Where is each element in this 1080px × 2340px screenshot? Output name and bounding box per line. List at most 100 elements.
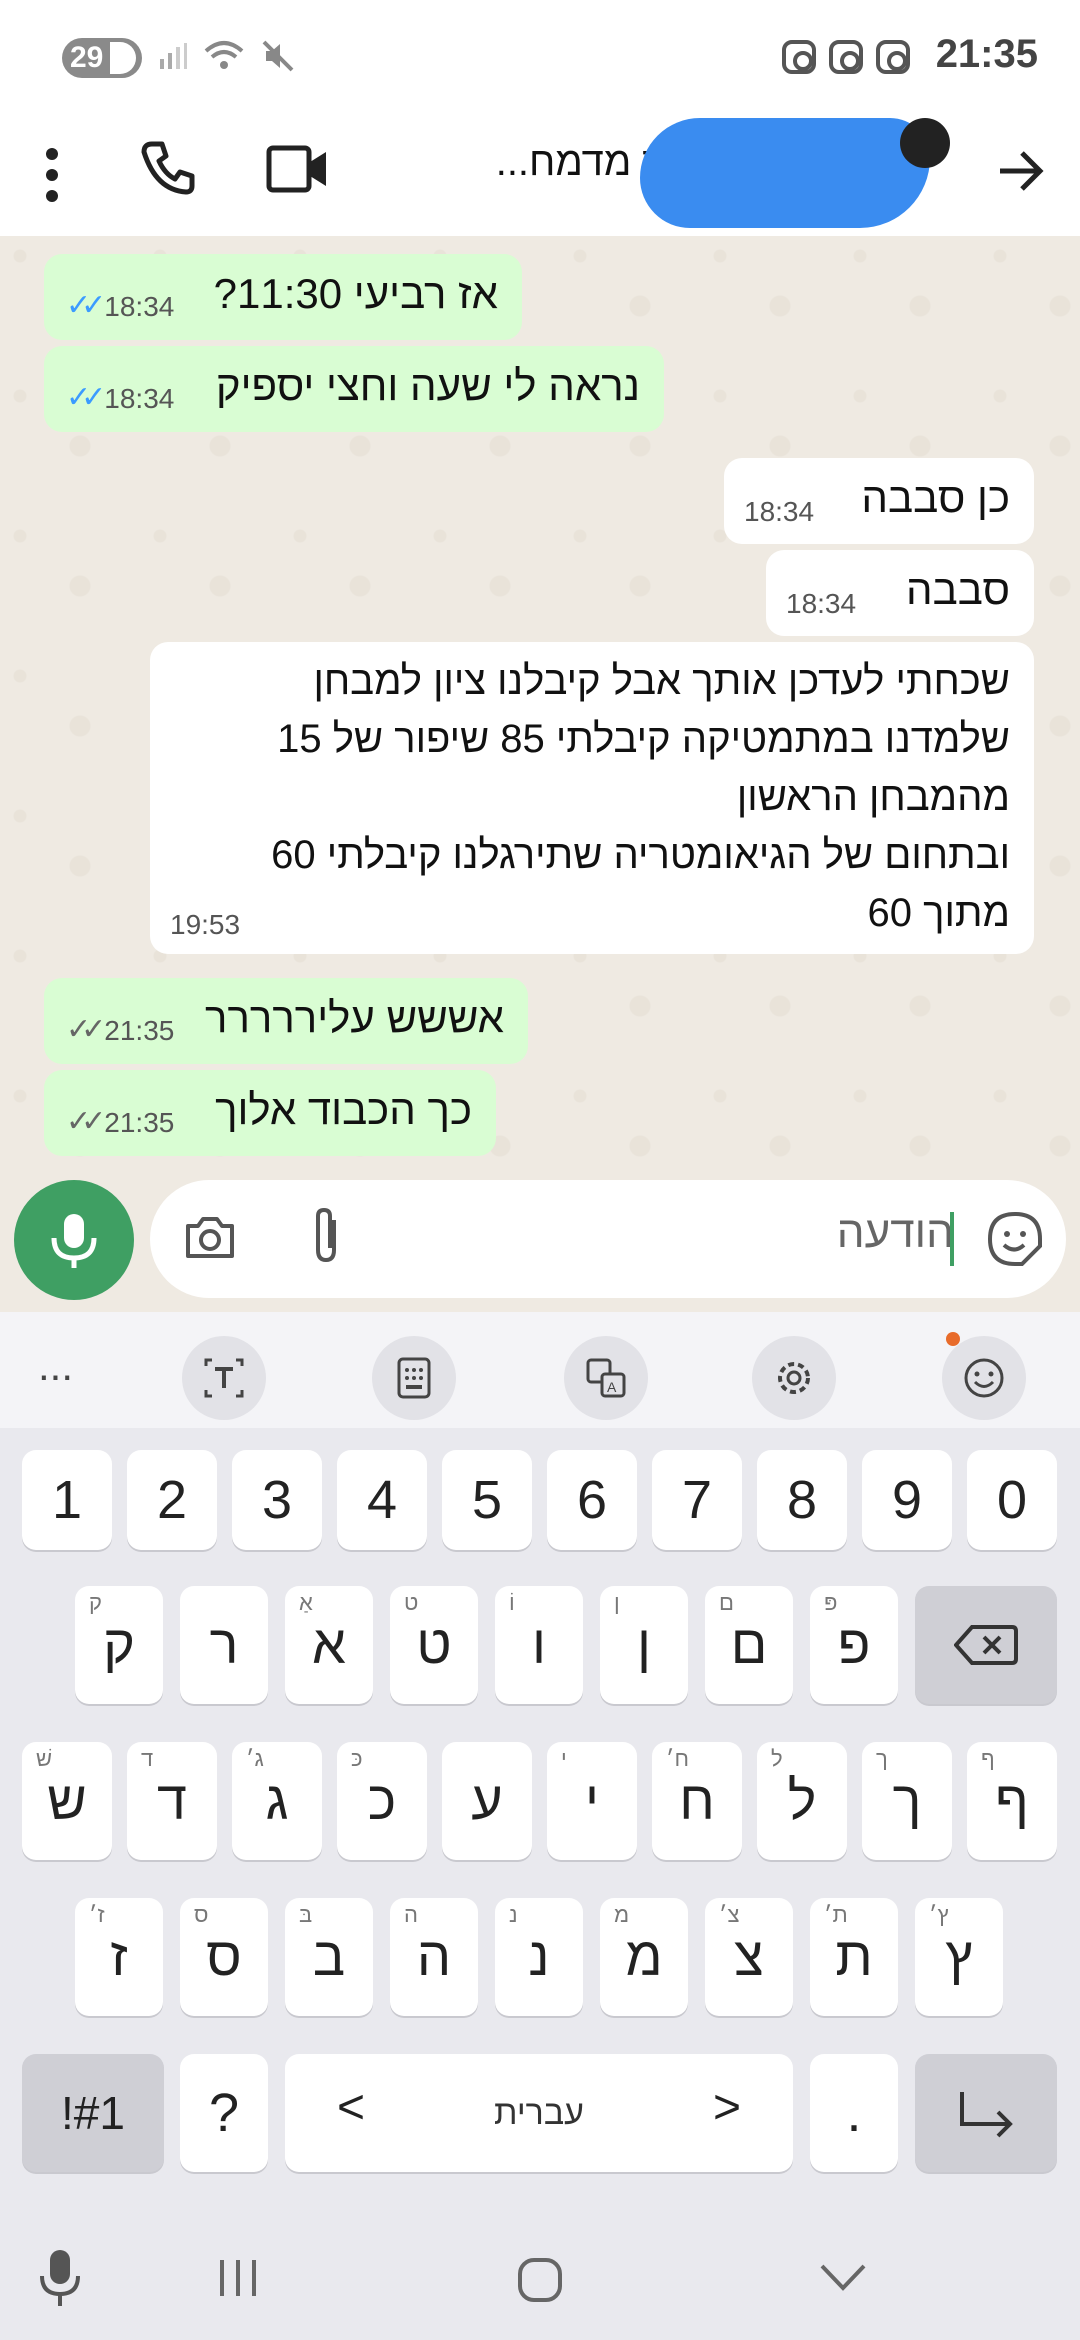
symbols-key[interactable]: !#1 — [22, 2054, 164, 2172]
key-letter[interactable]: ת׳ ת — [810, 1898, 898, 2016]
message-meta: ✓✓ 18:34 — [66, 285, 174, 328]
more-tools-icon[interactable]: ... — [38, 1342, 73, 1390]
period-key[interactable]: . — [810, 2054, 898, 2172]
signal-icon — [158, 41, 188, 71]
message-bubble-sent[interactable]: אז רביעי 11:30? ✓✓ 18:34 — [44, 254, 522, 340]
key-letter[interactable]: סס — [180, 1898, 268, 2016]
message-meta: ✓✓ 21:35 — [66, 1101, 174, 1144]
key-letter[interactable]: ךך — [862, 1742, 952, 1860]
translate-icon[interactable]: A — [564, 1336, 648, 1420]
emoji-icon[interactable] — [942, 1336, 1026, 1420]
attach-icon[interactable] — [306, 1204, 346, 1268]
mute-icon — [260, 38, 296, 74]
key-1[interactable]: 1 — [22, 1450, 112, 1550]
key-letter[interactable]: ףף — [967, 1742, 1057, 1860]
video-call-icon[interactable] — [266, 142, 330, 196]
message-bubble-received[interactable]: כן סבבה 18:34 — [724, 458, 1034, 544]
key-hint: ג׳ — [246, 1746, 264, 1771]
recent-apps-icon[interactable] — [216, 2256, 260, 2300]
message-time: 18:34 — [104, 290, 175, 322]
keyboard-toolbar: ... A — [0, 1312, 1080, 1428]
chat-area[interactable]: אז רביעי 11:30? ✓✓ 18:34 נראה לי שעה וחצ… — [0, 236, 1080, 1178]
message-bubble-sent[interactable]: אששש עליררררר ✓✓ 21:35 — [44, 978, 528, 1064]
message-input[interactable]: הודעה — [837, 1208, 954, 1258]
text-cursor — [950, 1212, 954, 1266]
key-4[interactable]: 4 — [337, 1450, 427, 1550]
key-label: כ — [367, 1771, 397, 1831]
key-hint: מ — [614, 1902, 630, 1927]
key-letter[interactable]: ץ׳ ץ — [915, 1898, 1003, 2016]
hide-keyboard-icon[interactable] — [818, 2262, 868, 2292]
sticker-icon[interactable] — [986, 1210, 1044, 1268]
key-hint: ח׳ — [666, 1746, 689, 1771]
more-options-icon[interactable] — [40, 140, 64, 210]
key-letter[interactable]: אַ א — [285, 1586, 373, 1704]
space-key[interactable]: < עברית > — [285, 2054, 793, 2172]
key-3[interactable]: 3 — [232, 1450, 322, 1550]
key-letter[interactable]: צ׳ צ — [705, 1898, 793, 2016]
key-letter[interactable]: ז׳ ז — [75, 1898, 163, 2016]
key-hint: ם — [719, 1590, 734, 1615]
key-letter[interactable]: לל — [757, 1742, 847, 1860]
voice-message-button[interactable] — [14, 1180, 134, 1300]
key-letter[interactable]: ר — [180, 1586, 268, 1704]
key-letter[interactable]: ננ — [495, 1898, 583, 2016]
key-letter[interactable]: ח׳ ח — [652, 1742, 742, 1860]
text-format-icon[interactable] — [182, 1336, 266, 1420]
message-input-bar[interactable]: הודעה — [150, 1180, 1066, 1298]
key-hint: ן — [614, 1590, 620, 1615]
key-letter[interactable]: קק — [75, 1586, 163, 1704]
key-letter[interactable]: כּ כ — [337, 1742, 427, 1860]
key-letter[interactable]: וֹ ו — [495, 1586, 583, 1704]
key-hint: ק — [89, 1590, 102, 1615]
key-2[interactable]: 2 — [127, 1450, 217, 1550]
key-label: ם — [730, 1615, 768, 1675]
key-5[interactable]: 5 — [442, 1450, 532, 1550]
key-letter[interactable]: ממ — [600, 1898, 688, 2016]
key-7[interactable]: 7 — [652, 1450, 742, 1550]
redaction-blob — [640, 118, 930, 228]
backspace-icon — [954, 1625, 1018, 1665]
key-8[interactable]: 8 — [757, 1450, 847, 1550]
key-hint: וֹ — [509, 1590, 515, 1615]
avatar[interactable] — [900, 118, 950, 168]
key-hint: ך — [876, 1746, 888, 1771]
key-9[interactable]: 9 — [862, 1450, 952, 1550]
key-letter[interactable]: ע — [442, 1742, 532, 1860]
instagram-icon — [876, 40, 910, 74]
cursor-left-icon[interactable]: < — [337, 2080, 365, 2135]
settings-gear-icon[interactable] — [752, 1336, 836, 1420]
keyboard-layout-icon[interactable] — [372, 1336, 456, 1420]
enter-key[interactable] — [915, 2054, 1057, 2172]
message-bubble-received[interactable]: שכחתי לעדכן אותך אבל קיבלנו ציון למבחן ש… — [150, 642, 1034, 954]
key-hint: צ׳ — [719, 1902, 740, 1927]
back-arrow-icon[interactable] — [996, 146, 1046, 196]
key-label: ב — [312, 1927, 346, 1987]
key-letter[interactable]: טט — [390, 1586, 478, 1704]
key-0[interactable]: 0 — [967, 1450, 1057, 1550]
question-key[interactable]: ? — [180, 2054, 268, 2172]
status-bar: 29 21:35 — [0, 0, 1080, 118]
key-letter[interactable]: שׁ ש — [22, 1742, 112, 1860]
key-label: פ — [837, 1615, 871, 1675]
backspace-key[interactable] — [915, 1586, 1057, 1704]
message-bubble-sent[interactable]: נראה לי שעה וחצי יספיק ✓✓ 18:34 — [44, 346, 664, 432]
message-bubble-received[interactable]: סבבה 18:34 — [766, 550, 1034, 636]
notification-dot — [946, 1332, 960, 1346]
key-letter[interactable]: יי — [547, 1742, 637, 1860]
key-letter[interactable]: פּ פ — [810, 1586, 898, 1704]
key-letter[interactable]: ןן — [600, 1586, 688, 1704]
key-letter[interactable]: בּ ב — [285, 1898, 373, 2016]
home-icon[interactable] — [516, 2256, 564, 2304]
key-letter[interactable]: הה — [390, 1898, 478, 2016]
cursor-right-icon[interactable]: > — [713, 2080, 741, 2135]
key-letter[interactable]: דד — [127, 1742, 217, 1860]
message-bubble-sent[interactable]: כך הכבוד אלוך ✓✓ 21:35 — [44, 1070, 496, 1156]
instagram-icon — [829, 40, 863, 74]
camera-icon[interactable] — [182, 1210, 238, 1266]
voice-call-icon[interactable] — [138, 138, 198, 198]
key-6[interactable]: 6 — [547, 1450, 637, 1550]
key-letter[interactable]: םם — [705, 1586, 793, 1704]
keyboard-mic-icon[interactable] — [38, 2248, 82, 2308]
key-letter[interactable]: ג׳ ג — [232, 1742, 322, 1860]
